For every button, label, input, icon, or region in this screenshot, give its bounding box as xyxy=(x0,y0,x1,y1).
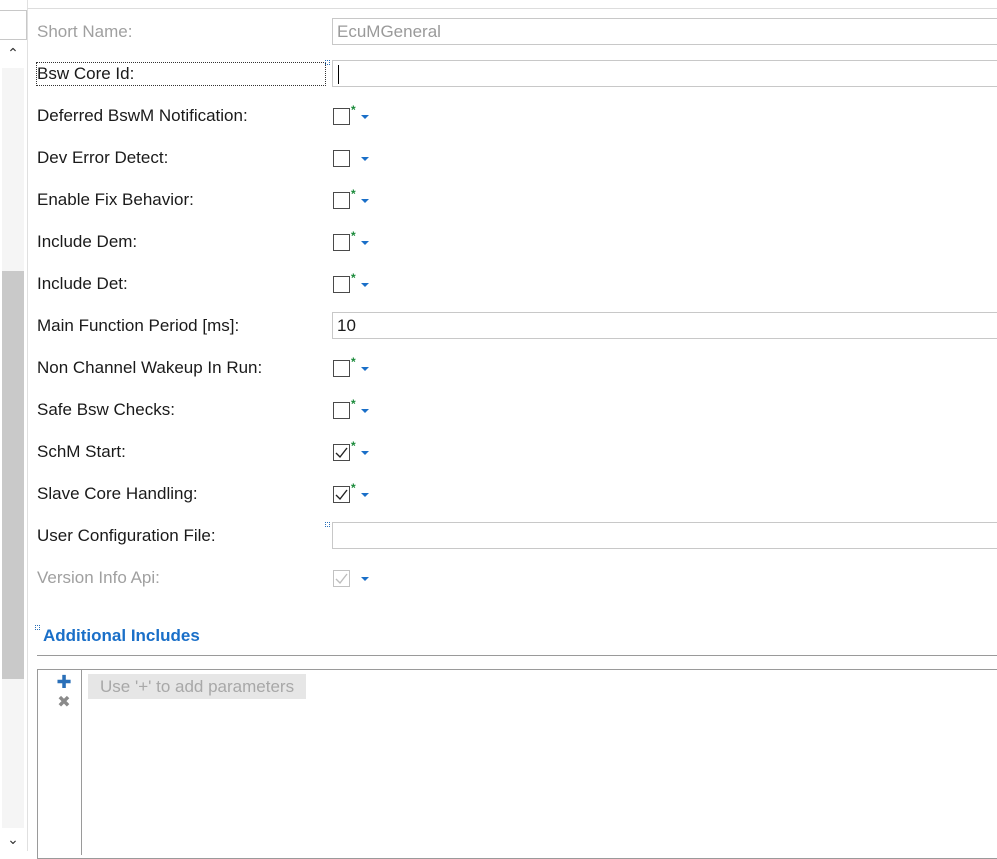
checkmark-icon xyxy=(335,489,348,501)
dev-error-detect-label: Dev Error Detect: xyxy=(37,148,169,167)
user-configuration-file-field[interactable] xyxy=(332,522,997,549)
version-info-api-checkbox xyxy=(333,570,350,587)
modified-marker-icon: * xyxy=(351,103,356,117)
deferred-bswm-notification-checkbox[interactable] xyxy=(333,108,350,125)
anchor-marker xyxy=(325,60,330,65)
include-det-label: Include Det: xyxy=(37,274,128,293)
safe-bsw-checks-label: Safe Bsw Checks: xyxy=(37,400,175,419)
panel-tab[interactable] xyxy=(0,10,27,40)
add-parameters-placeholder: Use '+' to add parameters xyxy=(88,674,307,699)
modified-marker-icon: * xyxy=(351,397,356,411)
scroll-up-icon[interactable]: ⌃ xyxy=(4,44,22,62)
scrollbar-thumb[interactable] xyxy=(2,271,24,679)
include-det-checkbox[interactable] xyxy=(333,276,350,293)
anchor-marker xyxy=(325,522,330,527)
modified-marker-icon: * xyxy=(351,355,356,369)
version-info-api-label: Version Info Api: xyxy=(37,568,160,587)
modified-marker-icon: * xyxy=(351,439,356,453)
main-function-period-field[interactable]: 10 xyxy=(332,312,997,339)
non-channel-wakeup-in-run-checkbox[interactable] xyxy=(333,360,350,377)
schm-start-checkbox[interactable] xyxy=(333,444,350,461)
schm-start-label: SchM Start: xyxy=(37,442,126,461)
bsw-core-id-field[interactable] xyxy=(332,60,997,87)
text-caret xyxy=(338,65,339,85)
modified-marker-icon: * xyxy=(351,481,356,495)
chevron-down-icon[interactable] xyxy=(361,451,369,455)
chevron-down-icon[interactable] xyxy=(361,115,369,119)
chevron-down-icon[interactable] xyxy=(361,199,369,203)
bsw-core-id-label: Bsw Core Id: xyxy=(36,62,326,86)
modified-marker-icon: * xyxy=(351,187,356,201)
chevron-down-icon[interactable] xyxy=(361,283,369,287)
checkmark-icon xyxy=(335,573,348,585)
enable-fix-behavior-label: Enable Fix Behavior: xyxy=(37,190,194,209)
top-divider xyxy=(27,8,997,9)
safe-bsw-checks-checkbox[interactable] xyxy=(333,402,350,419)
chevron-down-icon[interactable] xyxy=(361,409,369,413)
close-icon[interactable]: ✖ xyxy=(55,694,73,712)
modified-marker-icon: * xyxy=(351,229,356,243)
include-dem-checkbox[interactable] xyxy=(333,234,350,251)
non-channel-wakeup-in-run-label: Non Channel Wakeup In Run: xyxy=(37,358,263,377)
slave-core-handling-label: Slave Core Handling: xyxy=(37,484,198,503)
user-configuration-file-label: User Configuration File: xyxy=(37,526,216,545)
chevron-down-icon[interactable] xyxy=(361,241,369,245)
anchor-marker xyxy=(35,625,40,630)
include-dem-label: Include Dem: xyxy=(37,232,138,251)
section-divider xyxy=(37,655,997,656)
deferred-bswm-notification-label: Deferred BswM Notification: xyxy=(37,106,248,125)
list-toolbar-divider xyxy=(81,670,82,855)
plus-icon[interactable]: ✚ xyxy=(55,673,73,691)
chevron-down-icon[interactable] xyxy=(361,367,369,371)
chevron-down-icon[interactable] xyxy=(361,493,369,497)
enable-fix-behavior-checkbox[interactable] xyxy=(333,192,350,209)
modified-marker-icon: * xyxy=(351,271,356,285)
short-name-field: EcuMGeneral xyxy=(332,18,997,45)
main-function-period-label: Main Function Period [ms]: xyxy=(37,316,240,335)
additional-includes-title: Additional Includes xyxy=(43,626,200,645)
checkmark-icon xyxy=(335,447,348,459)
short-name-label: Short Name: xyxy=(37,22,133,41)
chevron-down-icon[interactable] xyxy=(361,577,369,581)
scroll-down-icon[interactable]: ⌄ xyxy=(4,830,22,848)
slave-core-handling-checkbox[interactable] xyxy=(333,486,350,503)
dev-error-detect-checkbox[interactable] xyxy=(333,150,350,167)
chevron-down-icon[interactable] xyxy=(361,157,369,161)
